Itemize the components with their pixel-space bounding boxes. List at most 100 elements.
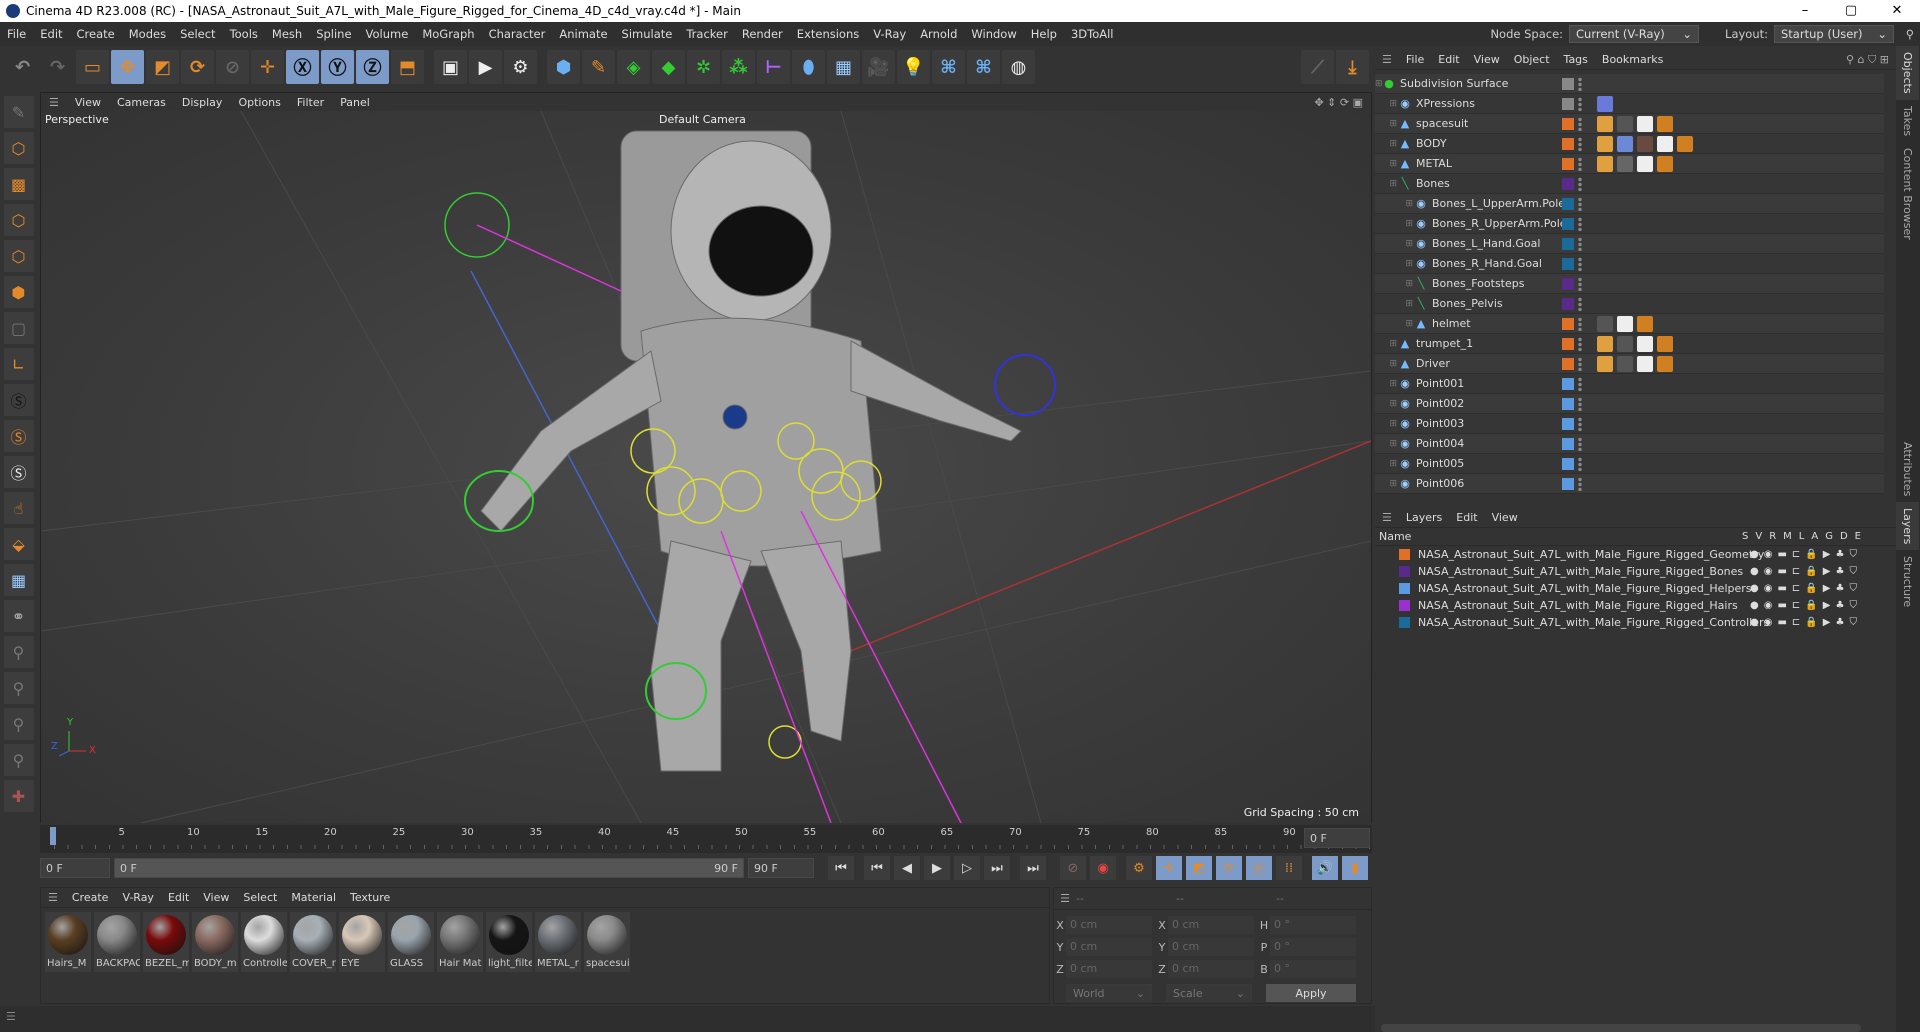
manager-toggle-icon[interactable]: ⊏ [1792, 549, 1800, 560]
visible-toggle-icon[interactable]: ◉ [1764, 600, 1773, 611]
visibility-dots-icon[interactable] [1578, 357, 1582, 371]
hamburger-icon[interactable]: ☰ [0, 1006, 1375, 1027]
layer-color-swatch[interactable] [1399, 583, 1410, 594]
object-tag-icon[interactable] [1617, 136, 1633, 152]
manager-toggle-icon[interactable]: ⊏ [1792, 566, 1800, 577]
workplane-icon[interactable]: ⤓ [1336, 50, 1369, 84]
sculpt-icon[interactable]: ☝ [3, 492, 34, 524]
material-swatch[interactable]: COVER_r [290, 912, 336, 972]
visibility-dots-icon[interactable] [1578, 317, 1582, 331]
render-toggle-icon[interactable]: ▬ [1777, 549, 1786, 560]
menu-arnold[interactable]: Arnold [913, 27, 964, 41]
object-row[interactable]: ⊞ ◉ Bones_R_UpperArm.Pole [1375, 214, 1884, 234]
manager-toggle-icon[interactable]: ⊏ [1792, 583, 1800, 594]
hamburger-icon[interactable]: ☰ [1375, 53, 1399, 66]
menu-tools[interactable]: Tools [223, 27, 265, 41]
layer-color-swatch[interactable] [1562, 218, 1574, 230]
coord-field[interactable]: 0 cm [1168, 960, 1254, 978]
layer-color-swatch[interactable] [1562, 318, 1574, 330]
material-swatch[interactable]: BACKPAC [94, 912, 140, 972]
generators-toggle-icon[interactable]: ♣ [1835, 600, 1844, 611]
tab-attributes[interactable]: Attributes [1896, 436, 1919, 502]
tab-layers[interactable]: Layers [1896, 501, 1919, 551]
layer-color-swatch[interactable] [1562, 118, 1574, 130]
deformers-toggle-icon[interactable]: ⛉ [1849, 600, 1857, 611]
locked-toggle-icon[interactable]: 🔒 [1805, 583, 1817, 594]
object-tag-icon[interactable] [1637, 336, 1653, 352]
weight-tool-icon[interactable]: ⚲ [3, 672, 34, 704]
object-row[interactable]: ⊞ ▲ BODY [1375, 134, 1884, 154]
subdivision-icon[interactable]: ◈ [617, 50, 650, 84]
object-row[interactable]: ⊞ ● Subdivision Surface [1375, 74, 1884, 94]
locked-toggle-icon[interactable]: 🔒 [1805, 566, 1817, 577]
make-editable-icon[interactable]: ✎ [3, 96, 34, 128]
object-tag-icon[interactable] [1637, 316, 1653, 332]
polygons-mode-icon[interactable]: ⬢ [3, 276, 34, 308]
layer-color-swatch[interactable] [1562, 418, 1574, 430]
layer-color-swatch[interactable] [1562, 158, 1574, 170]
layer-color-swatch[interactable] [1562, 278, 1574, 290]
expand-icon[interactable]: ⊞ [1375, 259, 1415, 269]
points-mode-icon[interactable]: ⬡ [3, 204, 34, 236]
previous-frame-icon[interactable]: ◀ [894, 856, 920, 880]
transform-mode-dropdown[interactable]: Scale ⌄ [1166, 984, 1252, 1002]
expand-icon[interactable]: ⊞ [1375, 419, 1399, 429]
object-menu-file[interactable]: File [1399, 53, 1431, 66]
object-tag-icon[interactable] [1617, 336, 1633, 352]
coord-field[interactable]: 0 cm [1168, 938, 1254, 956]
menu-3dtoall[interactable]: 3DToAll [1064, 27, 1121, 41]
object-tag-icon[interactable] [1637, 116, 1653, 132]
snap-icon[interactable]: ⟋ [1301, 50, 1334, 84]
visible-toggle-icon[interactable]: ◉ [1764, 617, 1773, 628]
visibility-dots-icon[interactable] [1578, 137, 1582, 151]
expand-icon[interactable]: ⊞ [1375, 379, 1399, 389]
generators-toggle-icon[interactable]: ♣ [1835, 617, 1844, 628]
menu-extensions[interactable]: Extensions [790, 27, 866, 41]
object-menu-view[interactable]: View [1467, 53, 1507, 66]
apply-button[interactable]: Apply [1266, 984, 1356, 1002]
visible-toggle-icon[interactable]: ◉ [1764, 566, 1773, 577]
camera-label[interactable]: Default Camera [659, 113, 746, 126]
layer-color-swatch[interactable] [1562, 338, 1574, 350]
expand-icon[interactable]: ⊞ [1375, 219, 1415, 229]
menu-create[interactable]: Create [70, 27, 122, 41]
visibility-dots-icon[interactable] [1578, 237, 1582, 251]
layer-color-swatch[interactable] [1562, 238, 1574, 250]
next-key-icon[interactable]: ⏭ [984, 856, 1010, 880]
visibility-dots-icon[interactable] [1578, 257, 1582, 271]
expand-icon[interactable]: ⊞ [1375, 239, 1415, 249]
object-tag-icon[interactable] [1617, 316, 1633, 332]
layer-color-swatch[interactable] [1399, 566, 1410, 577]
tab-objects[interactable]: Objects [1896, 46, 1919, 100]
frame-range-slider[interactable]: 0 F 90 F [114, 858, 744, 878]
menu-render[interactable]: Render [735, 27, 790, 41]
layer-menu-layers[interactable]: Layers [1399, 511, 1449, 524]
visibility-dots-icon[interactable] [1578, 297, 1582, 311]
python-icon[interactable]: ⌘ [932, 50, 965, 84]
object-tag-icon[interactable] [1657, 116, 1673, 132]
previous-key-icon[interactable]: ⏮ [864, 856, 890, 880]
film-icon[interactable]: ▮ [1342, 856, 1368, 880]
move-tool-icon[interactable]: ✥ [111, 50, 144, 84]
keyframe-selection-icon[interactable]: ⚙ [1126, 856, 1152, 880]
material-swatch[interactable]: METAL_r [535, 912, 581, 972]
viewport-menu-view[interactable]: View [67, 96, 109, 109]
bone-tool-icon[interactable]: ⚭ [3, 600, 34, 632]
layer-color-swatch[interactable] [1562, 298, 1574, 310]
expand-icon[interactable]: ⊞ [1375, 459, 1399, 469]
coord-field[interactable]: 0 cm [1168, 916, 1254, 934]
layer-row[interactable]: NASA_Astronaut_Suit_A7L_with_Male_Figure… [1375, 614, 1896, 631]
object-menu-edit[interactable]: Edit [1431, 53, 1466, 66]
object-row[interactable]: ⊞ ╲ Bones_Footsteps [1375, 274, 1884, 294]
menu-spline[interactable]: Spline [309, 27, 358, 41]
texture-mode-icon[interactable]: ▩ [3, 168, 34, 200]
generators-toggle-icon[interactable]: ♣ [1835, 549, 1844, 560]
material-swatch[interactable]: BODY_m [192, 912, 238, 972]
minimize-button[interactable]: – [1782, 0, 1828, 22]
material-swatch[interactable]: Controlle [241, 912, 287, 972]
next-frame-icon[interactable]: ▷ [954, 856, 980, 880]
animation-toggle-icon[interactable]: ▶ [1823, 600, 1831, 611]
visibility-dots-icon[interactable] [1578, 197, 1582, 211]
menu-character[interactable]: Character [482, 27, 553, 41]
layer-row[interactable]: NASA_Astronaut_Suit_A7L_with_Male_Figure… [1375, 563, 1896, 580]
